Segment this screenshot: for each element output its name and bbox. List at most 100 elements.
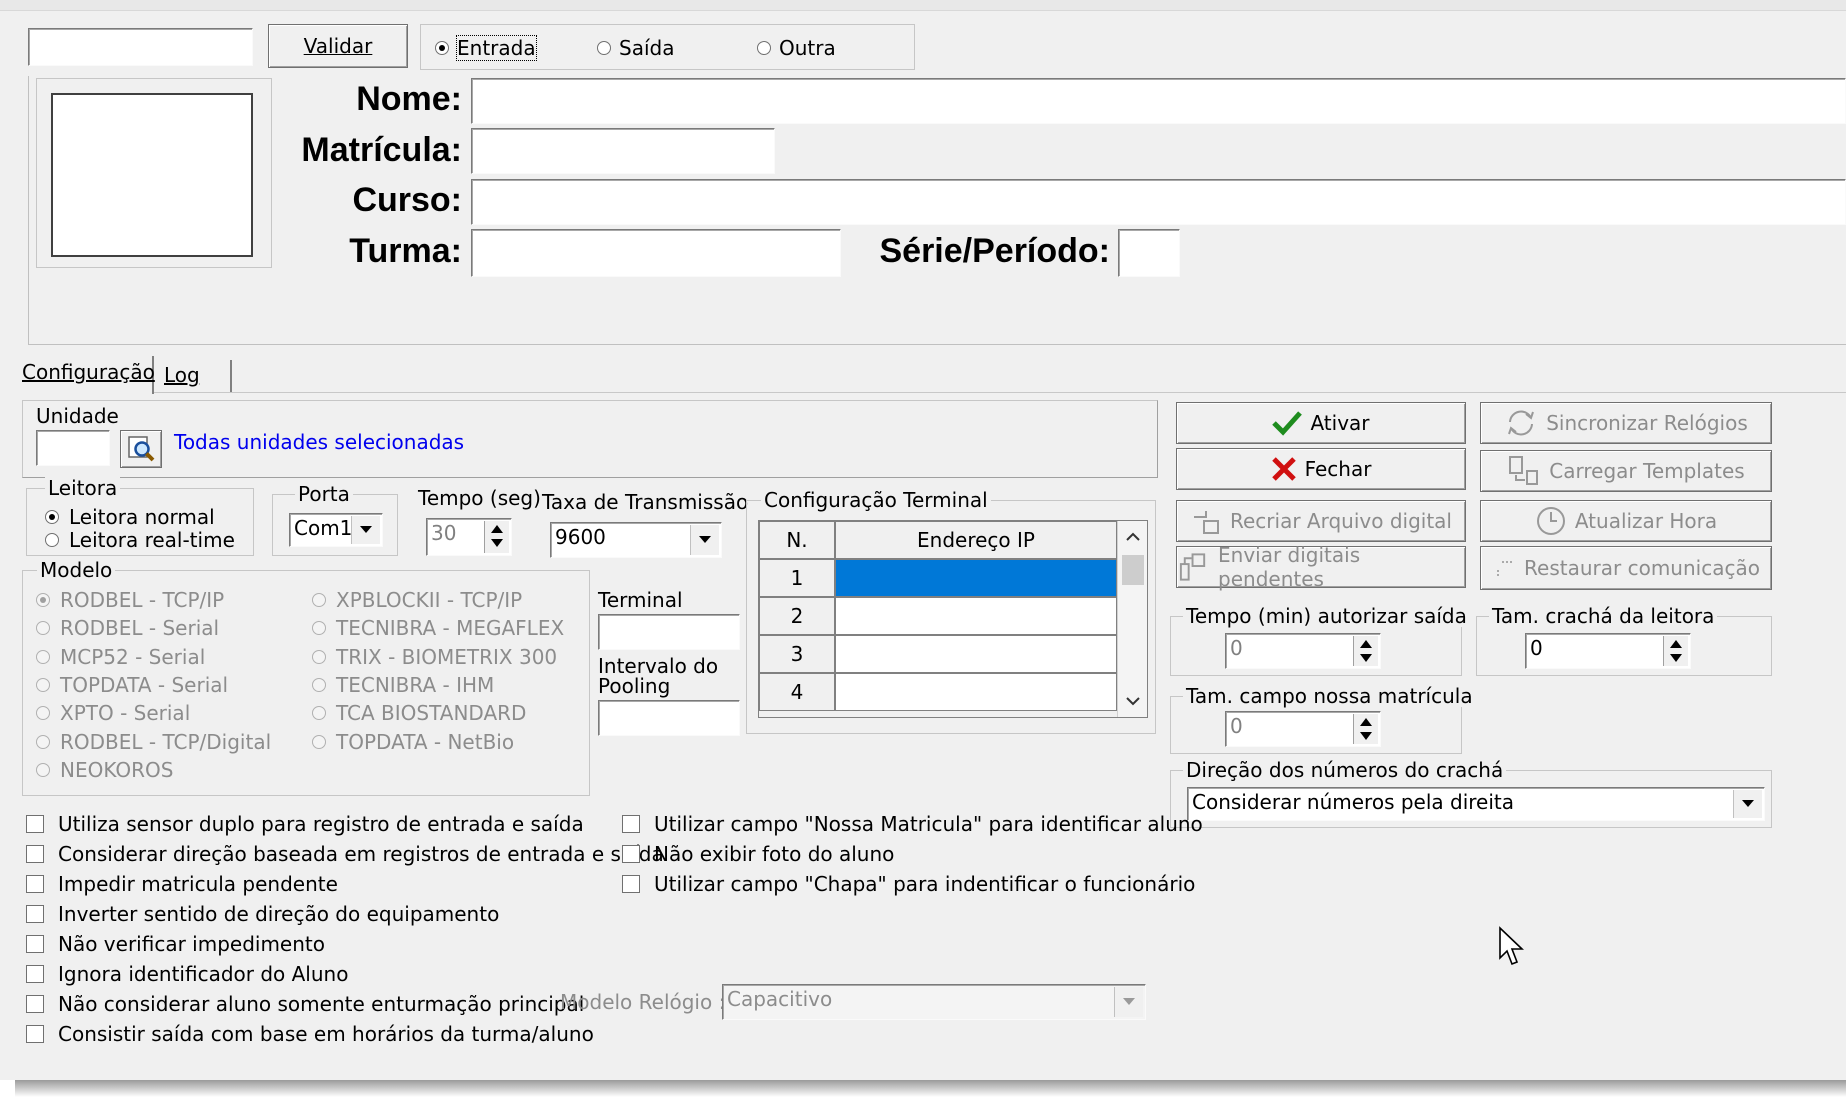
- badge-direction-label: Direção dos números do crachá: [1183, 759, 1507, 781]
- model-option[interactable]: RODBEL - TCP/Digital: [36, 730, 271, 754]
- chevron-down-icon: [1114, 987, 1143, 1017]
- checkbox[interactable]: [26, 875, 44, 893]
- checkbox[interactable]: [622, 845, 640, 863]
- clock-icon: [1536, 507, 1565, 535]
- model-option[interactable]: TCA BIOSTANDARD: [312, 701, 526, 725]
- direction-option-saida[interactable]: Saída: [597, 36, 674, 60]
- reg-field-size-spinner[interactable]: 0: [1225, 711, 1381, 747]
- unit-search-button[interactable]: [120, 430, 162, 468]
- checkbox[interactable]: [26, 965, 44, 983]
- update-time-button[interactable]: Atualizar Hora: [1480, 500, 1772, 542]
- radio-icon: [36, 593, 50, 607]
- pooling-interval-input[interactable]: [598, 700, 740, 736]
- period-label: Série/Período:: [879, 232, 1110, 270]
- registration-field[interactable]: [471, 128, 775, 174]
- sync-clocks-button[interactable]: Sincronizar Relógios: [1480, 402, 1772, 444]
- reg-field-size-label: Tam. campo nossa matrícula: [1183, 685, 1476, 707]
- option-checkbox-row[interactable]: Considerar direção baseada em registros …: [26, 842, 664, 866]
- pooling-interval-label: Intervalo do Pooling: [598, 654, 719, 698]
- registration-label: Matrícula:: [301, 131, 462, 169]
- checkbox[interactable]: [26, 905, 44, 923]
- terminal-input[interactable]: [598, 614, 740, 650]
- scrollbar-thumb[interactable]: [1122, 555, 1144, 585]
- student-photo: [51, 93, 253, 257]
- model-option[interactable]: RODBEL - TCP/IP: [36, 588, 224, 612]
- ip-address-cell[interactable]: [835, 673, 1117, 711]
- table-scrollbar[interactable]: [1117, 521, 1147, 717]
- send-pending-button[interactable]: Enviar digitais pendentes: [1176, 543, 1466, 591]
- course-field[interactable]: [471, 179, 1846, 225]
- option-checkbox-row[interactable]: Não verificar impedimento: [26, 932, 325, 956]
- checkbox[interactable]: [26, 815, 44, 833]
- port-group: Porta Com1: [272, 483, 398, 556]
- load-templates-button[interactable]: Carregar Templates: [1480, 450, 1772, 492]
- clock-model-select-value: Capacitivo: [727, 987, 833, 1011]
- port-group-label: Porta: [295, 483, 353, 505]
- badge-direction-group: Direção dos números do crachá Considerar…: [1170, 759, 1772, 828]
- row-number: 1: [759, 559, 835, 597]
- model-option[interactable]: TRIX - BIOMETRIX 300: [312, 645, 557, 669]
- option-checkbox-row[interactable]: Não exibir foto do aluno: [622, 842, 894, 866]
- checkbox[interactable]: [26, 1025, 44, 1043]
- model-option[interactable]: RODBEL - Serial: [36, 616, 219, 640]
- option-checkbox-row[interactable]: Ignora identificador do Aluno: [26, 962, 348, 986]
- activate-button[interactable]: Ativar: [1176, 402, 1466, 444]
- model-option[interactable]: XPBLOCKII - TCP/IP: [312, 588, 522, 612]
- direction-option-entrada[interactable]: Entrada: [435, 35, 537, 61]
- option-checkbox-row[interactable]: Utilizar campo "Chapa" para indentificar…: [622, 872, 1195, 896]
- option-checkbox-row[interactable]: Consistir saída com base em horários da …: [26, 1022, 594, 1046]
- reader-option-realtime[interactable]: Leitora real-time: [45, 528, 235, 552]
- model-option[interactable]: TOPDATA - Serial: [36, 673, 228, 697]
- class-field[interactable]: [471, 229, 841, 277]
- port-select[interactable]: Com1: [289, 513, 383, 547]
- validate-button[interactable]: Validar: [268, 24, 408, 68]
- exit-time-spinner[interactable]: 0: [1225, 633, 1381, 669]
- terminal-label: Terminal: [598, 588, 683, 612]
- badge-direction-select[interactable]: Considerar números pela direita: [1187, 787, 1765, 821]
- direction-option-outra[interactable]: Outra: [757, 36, 836, 60]
- chevron-down-icon[interactable]: [1126, 697, 1140, 707]
- model-option[interactable]: TOPDATA - NetBio: [312, 730, 514, 754]
- unit-code-input[interactable]: [36, 430, 110, 466]
- close-button[interactable]: Fechar: [1176, 448, 1466, 490]
- clock-model-select[interactable]: Capacitivo: [722, 984, 1146, 1020]
- time-spinner[interactable]: 30: [426, 518, 512, 556]
- restore-communication-button[interactable]: Restaurar comunicação: [1480, 546, 1772, 590]
- direction-option-label: Entrada: [456, 35, 537, 61]
- tab-configuracao[interactable]: Configuração: [16, 356, 155, 394]
- ip-address-cell[interactable]: [835, 559, 1117, 597]
- code-input[interactable]: [28, 28, 253, 66]
- option-checkbox-row[interactable]: Utiliza sensor duplo para registro de en…: [26, 812, 584, 836]
- ip-address-cell[interactable]: [835, 635, 1117, 673]
- checkbox[interactable]: [622, 875, 640, 893]
- name-field[interactable]: [471, 78, 1846, 124]
- option-checkbox-row[interactable]: Utilizar campo "Nossa Matricula" para id…: [622, 812, 1203, 836]
- model-option[interactable]: MCP52 - Serial: [36, 645, 205, 669]
- model-option[interactable]: XPTO - Serial: [36, 701, 190, 725]
- tab-log[interactable]: Log: [156, 360, 232, 392]
- option-checkbox-row[interactable]: Não considerar aluno somente enturmação …: [26, 992, 584, 1016]
- tab-label: Configuração: [22, 360, 155, 384]
- model-option[interactable]: TECNIBRA - MEGAFLEX: [312, 616, 564, 640]
- checkbox[interactable]: [26, 845, 44, 863]
- badge-size-spinner[interactable]: 0: [1525, 633, 1691, 669]
- checkbox[interactable]: [622, 815, 640, 833]
- checkbox[interactable]: [26, 935, 44, 953]
- course-label: Curso:: [352, 181, 462, 219]
- model-option[interactable]: NEOKOROS: [36, 758, 173, 782]
- checkbox[interactable]: [26, 995, 44, 1013]
- column-header-ip-label: Endereço IP: [917, 528, 1035, 552]
- reader-option-normal[interactable]: Leitora normal: [45, 505, 215, 529]
- fingerprint-file-icon: [1194, 511, 1219, 534]
- option-checkbox-row[interactable]: Impedir matricula pendente: [26, 872, 338, 896]
- tab-divider: [16, 392, 1846, 393]
- option-checkbox-row[interactable]: Inverter sentido de direção do equipamen…: [26, 902, 499, 926]
- baud-select[interactable]: 9600: [550, 522, 722, 558]
- send-fingerprint-icon: [1179, 553, 1206, 581]
- period-field[interactable]: [1118, 229, 1180, 277]
- recreate-digital-file-button[interactable]: Recriar Arquivo digital: [1176, 500, 1466, 542]
- ip-address-cell[interactable]: [835, 597, 1117, 635]
- chevron-up-icon[interactable]: [1126, 531, 1140, 541]
- model-option[interactable]: TECNIBRA - IHM: [312, 673, 494, 697]
- row-number: 4: [759, 673, 835, 711]
